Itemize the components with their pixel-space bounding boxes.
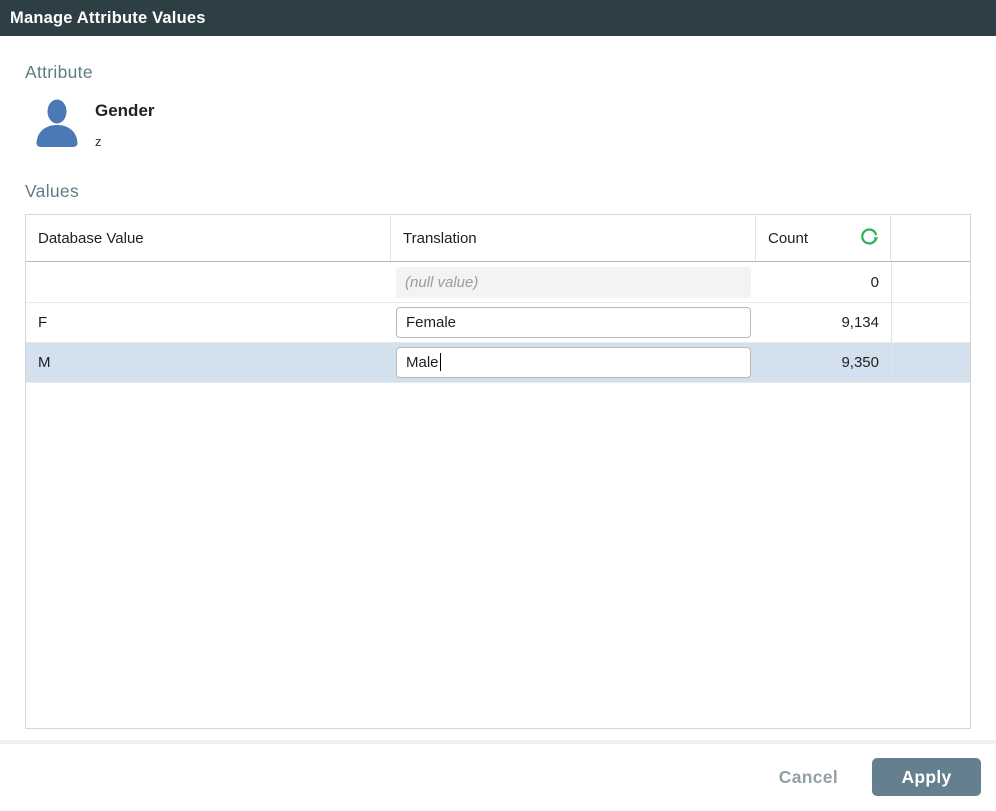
refresh-icon [859,226,880,250]
translation-input-female[interactable]: Female [396,307,751,338]
attribute-section-label: Attribute [25,62,971,83]
column-header-database-value: Database Value [26,215,391,261]
attribute-detail: z [95,134,155,149]
database-value-cell: F [26,314,391,331]
translation-input-text: Female [406,314,456,331]
translation-input-text: Male [406,354,439,371]
actions-cell [891,343,970,382]
table-row-null[interactable]: (null value) 0 [26,262,970,303]
values-table: Database Value Translation Count (nu [25,214,971,729]
translation-cell: (null value) [391,267,756,298]
column-header-actions [891,215,970,261]
actions-cell [891,303,970,342]
table-empty-area [26,383,970,728]
count-cell: 0 [756,274,891,291]
apply-button[interactable]: Apply [872,758,981,796]
translation-cell: Male [391,347,756,378]
count-cell: 9,350 [756,354,891,371]
translation-input-male[interactable]: Male [396,347,751,378]
person-icon [32,98,82,150]
attribute-name: Gender [95,101,155,121]
text-cursor [440,353,441,371]
column-header-translation: Translation [391,215,756,261]
translation-cell: Female [391,307,756,338]
values-table-header: Database Value Translation Count [26,215,970,262]
attribute-summary: Gender z [25,98,971,150]
dialog-title: Manage Attribute Values [10,9,206,28]
refresh-counts-button[interactable] [858,227,880,249]
table-row-m[interactable]: M Male 9,350 [26,343,970,383]
values-section-label: Values [25,181,971,202]
database-value-cell: M [26,354,391,371]
count-cell: 9,134 [756,314,891,331]
table-row-f[interactable]: F Female 9,134 [26,303,970,343]
cancel-button[interactable]: Cancel [779,767,838,788]
dialog-content: Attribute Gender z Values Database Value… [0,62,996,729]
attribute-info: Gender z [95,98,155,149]
dialog-footer: Cancel Apply [0,744,996,810]
column-header-count: Count [756,215,891,261]
actions-cell [891,262,970,302]
dialog-titlebar: Manage Attribute Values [0,0,996,36]
null-value-translation-field[interactable]: (null value) [396,267,751,298]
count-header-label: Count [768,230,808,247]
